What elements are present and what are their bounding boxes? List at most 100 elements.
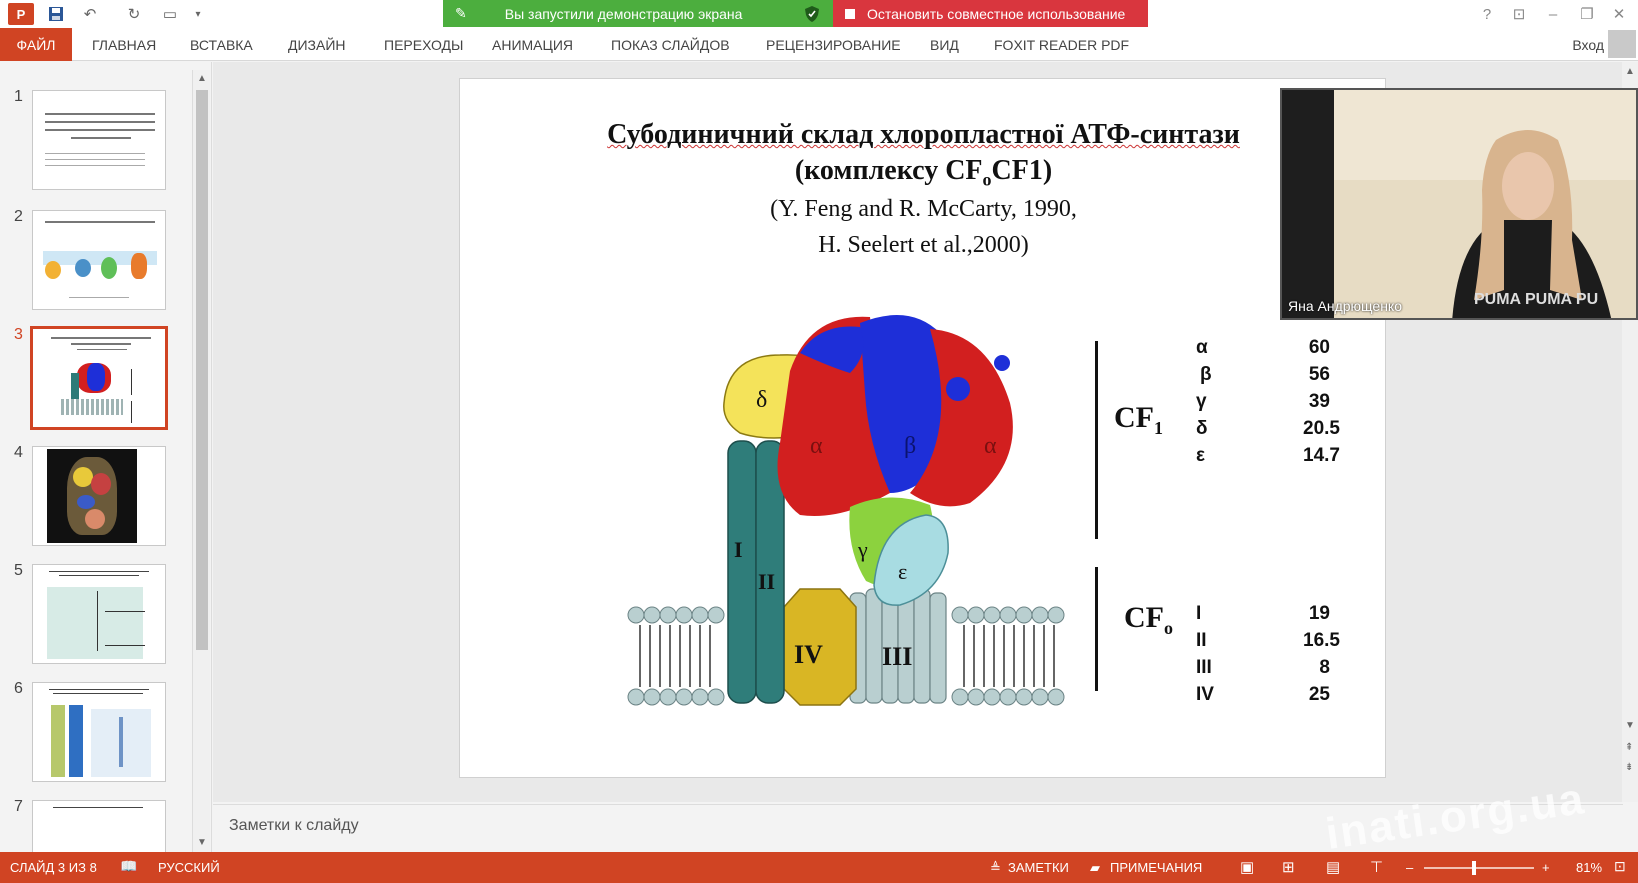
svg-text:PUMA PUMA PU: PUMA PUMA PU xyxy=(1474,291,1598,308)
next-slide-icon[interactable]: ⇟ xyxy=(1625,762,1633,773)
fit-slide-icon[interactable]: ⊡ xyxy=(1614,858,1626,875)
notes-toggle-icon[interactable]: ≜ xyxy=(990,860,1001,876)
label-alpha-right: α xyxy=(984,433,997,459)
label-epsilon: ε xyxy=(898,559,907,584)
tab-view[interactable]: ВИД xyxy=(930,28,959,61)
tab-file[interactable]: ФАЙЛ xyxy=(0,28,72,61)
redo-icon[interactable]: ↻ xyxy=(122,2,146,26)
notes-placeholder[interactable]: Заметки к слайду xyxy=(229,817,359,835)
zoom-out-icon[interactable]: – xyxy=(1406,860,1413,875)
cfo-label: CFo xyxy=(1124,601,1173,638)
scroll-up-icon[interactable]: ▲ xyxy=(195,72,209,86)
ribbon-display-icon[interactable]: ⊡ xyxy=(1506,3,1532,25)
stop-sharing-button[interactable]: Остановить совместное использование xyxy=(833,0,1148,27)
slide-reference[interactable]: (Y. Feng and R. McCarty, 1990, H. Seeler… xyxy=(460,191,1385,263)
minimize-button[interactable]: – xyxy=(1540,3,1566,25)
powerpoint-logo-icon: P xyxy=(8,3,34,25)
slideshow-view-icon[interactable]: ⊤ xyxy=(1370,858,1383,876)
share-banner-text: Вы запустили демонстрацию экрана xyxy=(504,5,743,22)
stop-icon xyxy=(845,9,855,19)
cf1-table: α 60 β 56 γ 39 δ 20.5 ε 14.7 xyxy=(1196,337,1340,466)
label-subunit-III: III xyxy=(882,642,912,671)
thumb-number: 6 xyxy=(14,680,23,697)
thumb-number: 3 xyxy=(14,326,23,343)
title-line-2: (комплексу CF xyxy=(794,155,983,186)
start-slideshow-icon[interactable]: ▭ xyxy=(158,2,182,26)
tab-home[interactable]: ГЛАВНАЯ xyxy=(92,28,156,61)
slide-thumbnail-7[interactable] xyxy=(32,800,166,852)
slide-thumbnail-6[interactable] xyxy=(32,682,166,782)
zoom-slider-thumb[interactable] xyxy=(1472,861,1476,875)
slide-counter[interactable]: СЛАЙД 3 ИЗ 8 xyxy=(10,860,97,875)
normal-view-icon[interactable]: ▣ xyxy=(1240,858,1254,876)
tab-slideshow[interactable]: ПОКАЗ СЛАЙДОВ xyxy=(611,28,730,61)
comments-icon[interactable]: ▰ xyxy=(1090,860,1100,876)
slide-sorter-icon[interactable]: ⊞ xyxy=(1282,858,1295,876)
slide-thumbnail-3[interactable] xyxy=(30,326,168,430)
zoom-level[interactable]: 81% xyxy=(1576,860,1602,875)
subunit-I xyxy=(727,440,757,704)
scroll-down-icon[interactable]: ▼ xyxy=(195,836,209,850)
undo-icon[interactable]: ↶ xyxy=(78,2,102,26)
cf1-bracket xyxy=(1095,341,1098,539)
title-line-2-end: CF1) xyxy=(991,155,1053,186)
ribbon-tabs: ФАЙЛ ГЛАВНАЯ ВСТАВКА ДИЗАЙН ПЕРЕХОДЫ АНИ… xyxy=(0,28,1638,61)
title-line-1: Субодиничний склад хлоропластної АТФ-син… xyxy=(607,119,1240,150)
webcam-person-image: PUMA PUMA PU xyxy=(1282,90,1636,318)
thumb-number: 4 xyxy=(14,444,23,461)
scrollbar-thumb[interactable] xyxy=(196,90,208,650)
thumb-number: 1 xyxy=(14,88,23,105)
label-alpha-left: α xyxy=(810,433,823,459)
participant-name: Яна Андрющенко xyxy=(1288,298,1402,314)
zoom-slider[interactable] xyxy=(1424,861,1534,875)
powerpoint-window: P ↶ ↻ ▭ ▾ ✎ Вы запустили демонстрацию эк… xyxy=(0,0,1638,883)
reading-view-icon[interactable]: ▤ xyxy=(1326,858,1340,876)
thumb-number: 5 xyxy=(14,562,23,579)
slide-title[interactable]: Субодиничний склад хлоропластної АТФ-син… xyxy=(460,117,1385,198)
webcam-video-tile: PUMA PUMA PU Яна Андрющенко xyxy=(1280,88,1638,320)
restore-button[interactable]: ❐ xyxy=(1574,3,1600,25)
prev-slide-icon[interactable]: ⇞ xyxy=(1625,742,1633,753)
cfo-bracket xyxy=(1095,567,1098,691)
notes-toggle-button[interactable]: ЗАМЕТКИ xyxy=(1008,860,1069,875)
cf1-label: CF1 xyxy=(1114,401,1163,438)
save-icon[interactable] xyxy=(44,2,68,26)
user-avatar-icon[interactable] xyxy=(1608,30,1636,58)
label-beta: β xyxy=(904,433,916,459)
thumb-number: 2 xyxy=(14,208,23,225)
title-subscript: o xyxy=(982,169,992,190)
tab-review[interactable]: РЕЦЕНЗИРОВАНИЕ xyxy=(766,28,901,61)
status-bar: СЛАЙД 3 ИЗ 8 📖 РУССКИЙ ≜ ЗАМЕТКИ ▰ ПРИМЕ… xyxy=(0,852,1638,883)
atp-synthase-diagram: δ α β α γ ε I II IV III xyxy=(627,315,1065,706)
comments-button[interactable]: ПРИМЕЧАНИЯ xyxy=(1110,860,1202,875)
tab-transitions[interactable]: ПЕРЕХОДЫ xyxy=(384,28,463,61)
tab-foxit-pdf[interactable]: FOXIT READER PDF xyxy=(994,28,1129,61)
scroll-up-icon[interactable]: ▲ xyxy=(1625,66,1635,77)
label-subunit-II: II xyxy=(758,569,775,594)
label-gamma: γ xyxy=(857,537,868,562)
spellcheck-icon[interactable]: 📖 xyxy=(120,858,137,875)
label-subunit-IV: IV xyxy=(794,640,823,669)
tab-animation[interactable]: АНИМАЦИЯ xyxy=(492,28,573,61)
customize-qat-icon[interactable]: ▾ xyxy=(186,2,210,26)
label-delta: δ xyxy=(756,387,767,413)
current-slide[interactable]: Субодиничний склад хлоропластної АТФ-син… xyxy=(459,78,1386,778)
reference-line-2: H. Seelert et al.,2000) xyxy=(818,232,1029,258)
slide-thumbnail-4[interactable] xyxy=(32,446,166,546)
sign-in-link[interactable]: Вход xyxy=(1572,37,1604,53)
help-button[interactable]: ? xyxy=(1474,3,1500,25)
zoom-in-icon[interactable]: + xyxy=(1542,860,1550,875)
slide-thumbnail-2[interactable] xyxy=(32,210,166,310)
tab-insert[interactable]: ВСТАВКА xyxy=(190,28,253,61)
close-button[interactable]: ✕ xyxy=(1606,3,1632,25)
scroll-down-icon[interactable]: ▼ xyxy=(1625,720,1635,731)
shield-icon xyxy=(805,6,819,25)
language-indicator[interactable]: РУССКИЙ xyxy=(158,860,220,875)
tab-design[interactable]: ДИЗАЙН xyxy=(288,28,346,61)
slide-thumbnail-5[interactable] xyxy=(32,564,166,664)
share-status-icon: ✎ xyxy=(455,5,467,21)
title-bar: P ↶ ↻ ▭ ▾ ✎ Вы запустили демонстрацию эк… xyxy=(0,0,1638,28)
slide-thumbnail-1[interactable] xyxy=(32,90,166,190)
screen-share-banner: ✎ Вы запустили демонстрацию экрана xyxy=(443,0,833,27)
thumbnails-scrollbar[interactable]: ▲ ▼ xyxy=(192,70,210,852)
